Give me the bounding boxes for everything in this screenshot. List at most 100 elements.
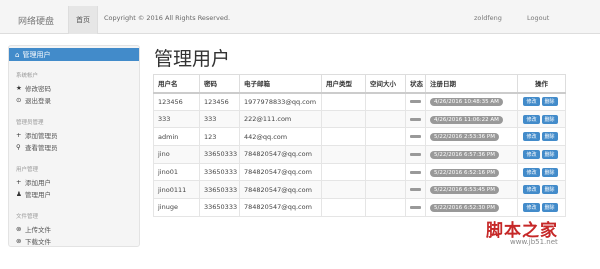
cell-space-size <box>365 162 406 182</box>
cell-username: jino01 <box>153 162 200 182</box>
table-row: jino01 33650333 784820547@qq.com 5/22/2016 … <box>153 162 566 182</box>
cell-email: 784820547@qq.com <box>239 180 322 200</box>
cell-password: 33650333 <box>199 145 240 164</box>
cell-register-date: 5/22/2016 6:57:36 PM <box>425 145 518 164</box>
cell-username: 333 <box>153 109 200 129</box>
status-indicator <box>410 188 421 192</box>
table-row: jino0111 33650333 784820547@qq.com 5/22/201… <box>153 180 566 200</box>
column-header: 用户类型 <box>321 74 366 94</box>
column-header: 电子邮箱 <box>239 74 322 94</box>
username-link[interactable]: zoldfeng <box>474 14 502 22</box>
sidebar-item-manage-users[interactable]: ♟ 管理用户 <box>16 189 51 199</box>
status-indicator <box>410 100 421 104</box>
sidebar-item-label: 添加用户 <box>25 179 51 187</box>
delete-button[interactable]: 删除 <box>541 202 558 212</box>
cell-email: 442@qq.com <box>239 127 322 147</box>
cell-username: jino <box>153 145 200 164</box>
table-row: 333 333 222@111.com 4/26/2016 11:06:22 AM 修改… <box>153 109 566 129</box>
download-icon: ⊚ <box>16 237 22 245</box>
page-title: 管理用户 <box>154 48 231 70</box>
cell-user-type <box>321 127 366 147</box>
column-header: 空间大小 <box>365 74 406 94</box>
column-header: 密码 <box>199 74 240 94</box>
status-indicator <box>410 117 421 121</box>
column-header: 操作 <box>517 74 566 94</box>
cell-operations: 修改 删除 <box>517 198 566 217</box>
sidebar-item-add-user[interactable]: + 添加用户 <box>16 177 51 187</box>
cell-email: 222@111.com <box>239 109 322 129</box>
table-row: jinuge 33650333 784820547@qq.com 5/22/2016 … <box>153 198 566 217</box>
cell-password: 33650333 <box>199 162 240 182</box>
edit-button[interactable]: 修改 <box>523 114 540 124</box>
delete-button[interactable]: 删除 <box>541 114 558 124</box>
edit-button[interactable]: 修改 <box>523 202 540 212</box>
sidebar-item-logout[interactable]: ⊙ 退出登录 <box>16 95 51 105</box>
date-badge: 5/22/2016 6:52:30 PM <box>430 203 499 212</box>
cell-space-size <box>365 127 406 147</box>
cell-space-size <box>365 109 406 129</box>
cell-register-date: 4/26/2016 11:06:22 AM <box>425 109 518 129</box>
plus-icon: + <box>16 178 22 186</box>
cell-status <box>405 92 426 111</box>
cell-user-type <box>321 198 366 217</box>
sidebar-item-label: 修改密码 <box>25 85 51 93</box>
logout-link[interactable]: Logout <box>527 14 549 22</box>
cell-status <box>405 180 426 200</box>
sidebar-item-add-admin[interactable]: + 添加管理员 <box>16 130 58 140</box>
cell-status <box>405 162 426 182</box>
sidebar-item-active[interactable]: ⌂ 管理用户 <box>9 48 139 61</box>
sidebar-item-view-admin[interactable]: ⚲ 查看管理员 <box>16 142 58 152</box>
date-badge: 5/22/2016 6:52:16 PM <box>430 168 499 177</box>
cell-email: 784820547@qq.com <box>239 162 322 182</box>
delete-button[interactable]: 删除 <box>541 167 558 177</box>
sidebar: ⌂ 管理用户 系统帐户 ★ 修改密码 ⊙ 退出登录 管理员管理 + 添加管理员 … <box>8 45 140 247</box>
cell-register-date: 5/22/2016 2:53:36 PM <box>425 127 518 147</box>
sidebar-item-label: 下载文件 <box>25 238 51 246</box>
user-table: 用户名 密码 电子邮箱 用户类型 空间大小 状态 注册日期 操作 123456 1… <box>153 74 566 217</box>
cell-space-size <box>365 92 406 111</box>
edit-button[interactable]: 修改 <box>523 185 540 195</box>
cell-user-type <box>321 109 366 129</box>
cell-status <box>405 109 426 129</box>
date-badge: 5/22/2016 6:57:36 PM <box>430 150 499 159</box>
edit-button[interactable]: 修改 <box>523 97 540 107</box>
cell-user-type <box>321 180 366 200</box>
cell-username: 123456 <box>153 92 200 111</box>
cell-operations: 修改 删除 <box>517 145 566 164</box>
copyright-text: Copyright © 2016 All Rights Reserved. <box>104 14 231 22</box>
edit-button[interactable]: 修改 <box>523 167 540 177</box>
cell-operations: 修改 删除 <box>517 180 566 200</box>
user-table-container: 用户名 密码 电子邮箱 用户类型 空间大小 状态 注册日期 操作 123456 1… <box>153 74 566 217</box>
sidebar-section-header: 系统帐户 <box>16 73 39 79</box>
cell-user-type <box>321 92 366 111</box>
cell-register-date: 5/22/2016 6:52:16 PM <box>425 162 518 182</box>
edit-button[interactable]: 修改 <box>523 132 540 142</box>
sidebar-item-label: 管理用户 <box>22 50 51 59</box>
delete-button[interactable]: 删除 <box>541 132 558 142</box>
delete-button[interactable]: 删除 <box>541 149 558 159</box>
nav-item-home[interactable]: 首页 <box>68 6 98 34</box>
sidebar-item-upload-file[interactable]: ⊚ 上传文件 <box>16 224 51 234</box>
cell-operations: 修改 删除 <box>517 92 566 111</box>
status-indicator <box>410 170 421 174</box>
table-header-row: 用户名 密码 电子邮箱 用户类型 空间大小 状态 注册日期 操作 <box>153 74 566 94</box>
status-indicator <box>410 135 421 139</box>
nav-item-home-label: 首页 <box>76 16 90 24</box>
table-row: admin 123 442@qq.com 5/22/2016 2:53:36 PM 修改… <box>153 127 566 147</box>
date-badge: 4/26/2016 10:48:35 AM <box>430 98 503 107</box>
cell-status <box>405 198 426 217</box>
delete-button[interactable]: 删除 <box>541 97 558 107</box>
cell-register-date: 5/22/2016 6:52:30 PM <box>425 198 518 217</box>
column-header: 状态 <box>405 74 426 94</box>
sidebar-item-label: 退出登录 <box>25 97 51 105</box>
delete-button[interactable]: 删除 <box>541 185 558 195</box>
brand-title[interactable]: 网络硬盘 <box>18 14 54 27</box>
cell-email: 1977978833@qq.com <box>239 92 322 111</box>
sidebar-item-download-file[interactable]: ⊚ 下载文件 <box>16 236 51 246</box>
edit-button[interactable]: 修改 <box>523 149 540 159</box>
sidebar-item-change-password[interactable]: ★ 修改密码 <box>16 83 51 93</box>
column-header: 注册日期 <box>425 74 518 94</box>
cell-register-date: 4/26/2016 10:48:35 AM <box>425 92 518 111</box>
date-badge: 5/22/2016 2:53:36 PM <box>430 133 499 142</box>
cell-register-date: 5/22/2016 6:53:45 PM <box>425 180 518 200</box>
